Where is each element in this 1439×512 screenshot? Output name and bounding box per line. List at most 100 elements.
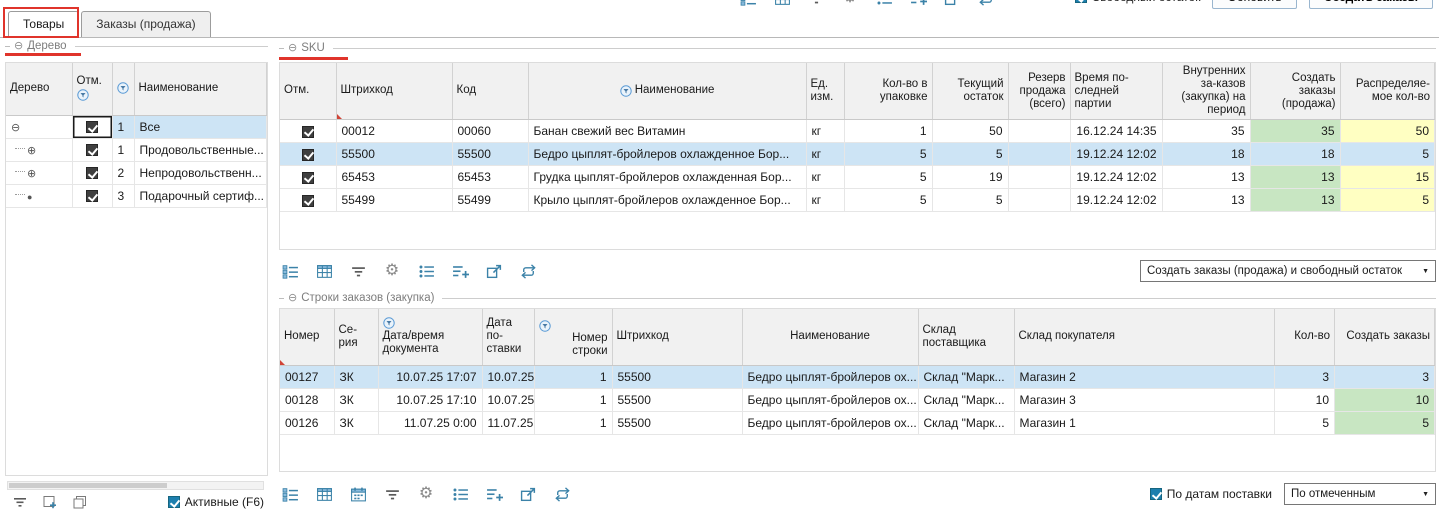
settings-button[interactable]: ⚙ [381,260,403,282]
sku-mark-cell[interactable] [280,166,336,189]
sku-mark-cell[interactable] [280,120,336,143]
checkbox-icon[interactable] [1075,0,1087,3]
order-row[interactable]: 00126 ЗК 11.07.25 0:00 11.07.25 1 55500 … [280,411,1435,434]
tree-expand-cell[interactable]: ⊖ [6,115,72,138]
filter-circle-icon[interactable] [620,85,632,97]
tree-mark-cell[interactable] [72,161,112,184]
checkbox-icon[interactable] [86,167,98,179]
tab-sales-orders[interactable]: Заказы (продажа) [81,11,210,37]
sku-col-pack[interactable]: Кол-во в упаковке [844,63,932,120]
refresh-button[interactable] [551,483,573,505]
collapse-icon[interactable]: ⊖ [288,43,297,53]
tree-col-num[interactable] [112,63,134,115]
filter-button[interactable] [805,0,827,9]
calendar-button[interactable] [347,483,369,505]
checkbox-icon[interactable] [1150,488,1162,500]
delivery-dates-checkbox[interactable]: По датам поставки [1150,487,1272,501]
orders-col-series[interactable]: Се-рия [334,309,378,365]
order-row[interactable]: 00127 ЗК 10.07.25 17:07 10.07.25 1 55500… [280,365,1435,388]
tree-col-name[interactable]: Наименование [134,63,267,115]
refresh-data-button[interactable]: Обновить [1212,0,1296,9]
sku-col-code[interactable]: Код [452,63,528,120]
orders-col-doc-datetime[interactable]: Дата/время документа [378,309,482,365]
tree-mark-cell[interactable] [72,115,112,138]
export-button[interactable] [941,0,963,9]
refresh-button[interactable] [975,0,997,9]
marked-dropdown[interactable]: По отмеченным ▼ [1284,483,1436,505]
collapse-node-icon[interactable]: ⊖ [11,122,20,134]
checkbox-icon[interactable] [302,149,314,161]
filter-circle-icon[interactable] [383,317,395,329]
tree-col-tree[interactable]: Дерево [6,63,72,115]
tree-expand-cell[interactable]: ● [6,184,72,207]
horizontal-scrollbar[interactable] [7,481,264,490]
filter-circle-icon[interactable] [117,82,129,94]
active-f6-checkbox[interactable]: Активные (F6) [168,495,264,509]
export-button[interactable] [483,260,505,282]
sku-col-create[interactable]: Создать заказы (продажа) [1250,63,1340,120]
export-button[interactable] [517,483,539,505]
add-list-button[interactable] [907,0,929,9]
checkbox-icon[interactable] [302,172,314,184]
tab-goods[interactable]: Товары [8,11,79,38]
order-row[interactable]: 00128 ЗК 10.07.25 17:10 10.07.25 1 55500… [280,388,1435,411]
checkbox-icon[interactable] [86,121,98,133]
filter-button[interactable] [347,260,369,282]
sku-row[interactable]: 55499 55499 Крыло цыплят-бройлеров охлаж… [280,189,1435,212]
tree-col-mark[interactable]: Отм. [72,63,112,115]
sku-col-barcode[interactable]: Штрихкод [336,63,452,120]
create-orders-button[interactable]: Создать заказы [1309,0,1433,9]
filter-circle-icon[interactable] [77,89,89,101]
filter-circle-icon[interactable] [539,320,551,332]
tree-expand-cell[interactable]: ⊕ [6,161,72,184]
sku-col-name[interactable]: Наименование [528,63,806,120]
collapse-icon[interactable]: ⊖ [288,293,297,303]
orders-col-barcode[interactable]: Штрихкод [612,309,742,365]
sku-row[interactable]: 00012 00060 Банан свежий вес Витамин кг … [280,120,1435,143]
orders-col-line-number[interactable]: Номер строки [534,309,612,365]
tree-mark-cell[interactable] [72,138,112,161]
tree-expand-cell[interactable]: ⊕ [6,138,72,161]
scrollbar-thumb[interactable] [9,483,167,488]
table-view-button[interactable] [313,483,335,505]
checkbox-icon[interactable] [302,195,314,207]
checkbox-icon[interactable] [86,190,98,202]
settings-button[interactable]: ⚙ [839,0,861,9]
sku-col-distribute[interactable]: Распределяе-мое кол-во [1340,63,1435,120]
collapse-icon[interactable]: ⊖ [14,41,23,51]
add-list-button[interactable] [449,260,471,282]
free-stock-checkbox[interactable]: Свободный остаток [1075,0,1201,4]
add-list-button[interactable] [483,483,505,505]
create-mode-dropdown[interactable]: Создать заказы (продажа) и свободный ост… [1140,260,1436,282]
orders-col-supplier-wh[interactable]: Склад поставщика [918,309,1014,365]
sku-col-unit[interactable]: Ед. изм. [806,63,844,120]
expand-node-icon[interactable]: ⊕ [27,168,36,180]
list-details-button[interactable] [279,260,301,282]
orders-col-name[interactable]: Наименование [742,309,918,365]
add-square-button[interactable] [39,491,61,512]
checkbox-icon[interactable] [86,144,98,156]
expand-node-icon[interactable]: ⊕ [27,145,36,157]
orders-col-number[interactable]: Номер [280,309,334,365]
sku-mark-cell[interactable] [280,189,336,212]
copy-squares-button[interactable] [69,491,91,512]
checkbox-icon[interactable] [302,126,314,138]
table-view-button[interactable] [313,260,335,282]
sku-col-stock[interactable]: Текущий остаток [932,63,1008,120]
checkbox-icon[interactable] [168,496,180,508]
tree-mark-cell[interactable] [72,184,112,207]
settings-button[interactable]: ⚙ [415,483,437,505]
sku-row[interactable]: 65453 65453 Грудка цыплят-бройлеров охла… [280,166,1435,189]
orders-col-qty[interactable]: Кол-во [1275,309,1335,365]
tree-row[interactable]: ● 3 Подарочный сертиф... [6,184,267,207]
list-details-button[interactable] [279,483,301,505]
bullet-list-button[interactable] [415,260,437,282]
sku-col-reserve[interactable]: Резерв продажа (всего) [1008,63,1070,120]
table-view-button[interactable] [771,0,793,9]
orders-col-delivery-date[interactable]: Дата по-ставки [482,309,534,365]
orders-col-buyer-wh[interactable]: Склад покупателя [1014,309,1275,365]
refresh-button[interactable] [517,260,539,282]
bullet-list-button[interactable] [873,0,895,9]
orders-col-create[interactable]: Создать заказы [1335,309,1435,365]
filter-button[interactable] [9,491,31,512]
